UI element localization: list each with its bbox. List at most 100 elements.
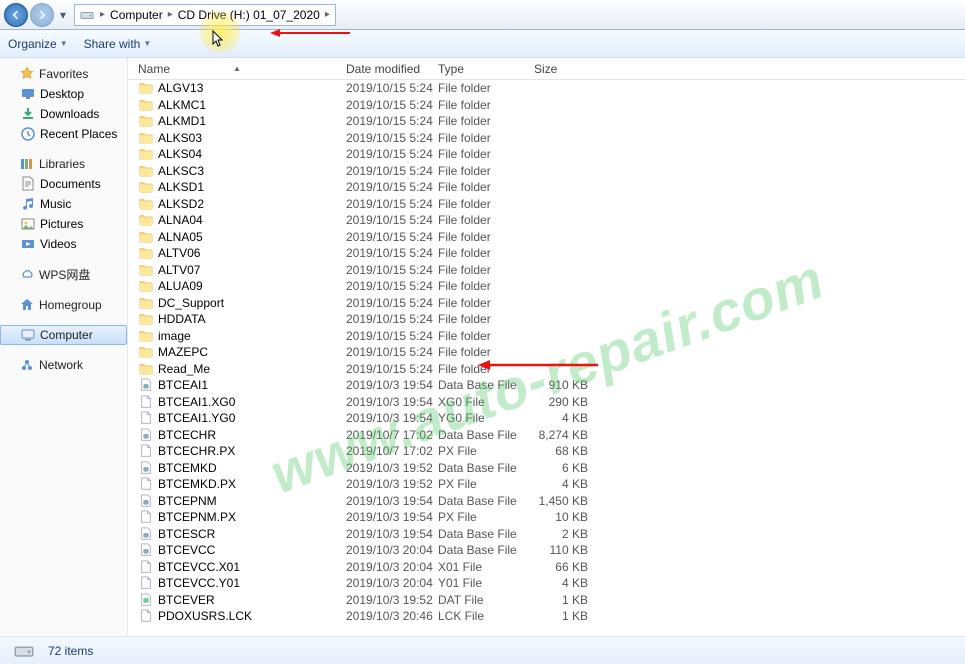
file-size: 6 KB	[534, 461, 604, 475]
file-type: File folder	[438, 263, 534, 277]
sidebar-item-recent[interactable]: Recent Places	[0, 124, 127, 144]
file-row[interactable]: ALKS042019/10/15 5:24File folder	[138, 146, 965, 163]
organize-label: Organize	[8, 37, 57, 51]
sidebar-computer[interactable]: Computer	[0, 325, 127, 345]
file-name: ALKSD2	[158, 197, 204, 211]
file-icon	[138, 395, 154, 409]
file-row[interactable]: ALNA042019/10/15 5:24File folder	[138, 212, 965, 229]
sidebar-network[interactable]: Network	[0, 355, 127, 375]
file-row[interactable]: ALNA052019/10/15 5:24File folder	[138, 229, 965, 246]
file-type: PX File	[438, 477, 534, 491]
file-row[interactable]: PDOXUSRS.LCK2019/10/3 20:46LCK File1 KB	[138, 608, 965, 625]
sidebar-homegroup[interactable]: Homegroup	[0, 295, 127, 315]
pictures-icon	[20, 216, 36, 232]
sidebar-item-pictures[interactable]: Pictures	[0, 214, 127, 234]
file-date: 2019/10/15 5:24	[346, 81, 438, 95]
file-type: File folder	[438, 98, 534, 112]
file-name: ALKSC3	[158, 164, 204, 178]
file-row[interactable]: ALTV072019/10/15 5:24File folder	[138, 262, 965, 279]
crumb-arrow[interactable]: ▸	[165, 9, 176, 20]
column-size[interactable]: Size	[534, 62, 604, 76]
file-row[interactable]: BTCEMKD.PX2019/10/3 19:52PX File4 KB	[138, 476, 965, 493]
sidebar-favorites[interactable]: Favorites	[0, 64, 127, 84]
column-type[interactable]: Type	[438, 62, 534, 76]
file-date: 2019/10/15 5:24	[346, 362, 438, 376]
file-row[interactable]: DC_Support2019/10/15 5:24File folder	[138, 295, 965, 312]
sidebar-item-label: Downloads	[40, 107, 99, 121]
file-size: 4 KB	[534, 411, 604, 425]
crumb-arrow[interactable]: ▸	[322, 9, 333, 20]
music-icon	[20, 196, 36, 212]
file-name: DC_Support	[158, 296, 224, 310]
file-row[interactable]: BTCESCR2019/10/3 19:54Data Base File2 KB	[138, 526, 965, 543]
file-row[interactable]: MAZEPC2019/10/15 5:24File folder	[138, 344, 965, 361]
sidebar-item-downloads[interactable]: Downloads	[0, 104, 127, 124]
file-row[interactable]: ALUA092019/10/15 5:24File folder	[138, 278, 965, 295]
sidebar-wps[interactable]: WPS网盘	[0, 264, 127, 285]
crumb-arrow[interactable]: ▸	[97, 9, 108, 20]
sidebar-item-documents[interactable]: Documents	[0, 174, 127, 194]
history-dropdown[interactable]: ▾	[56, 3, 70, 27]
file-name: ALGV13	[158, 81, 203, 95]
file-row[interactable]: HDDATA2019/10/15 5:24File folder	[138, 311, 965, 328]
file-row[interactable]: image2019/10/15 5:24File folder	[138, 328, 965, 345]
column-label: Size	[534, 62, 557, 76]
file-row[interactable]: BTCEVCC2019/10/3 20:04Data Base File110 …	[138, 542, 965, 559]
sidebar-item-music[interactable]: Music	[0, 194, 127, 214]
file-row[interactable]: Read_Me2019/10/15 5:24File folder	[138, 361, 965, 378]
sidebar-item-videos[interactable]: Videos	[0, 234, 127, 254]
file-size: 66 KB	[534, 560, 604, 574]
crumb-computer[interactable]: Computer	[108, 8, 165, 22]
file-type: File folder	[438, 164, 534, 178]
file-row[interactable]: ALKMC12019/10/15 5:24File folder	[138, 97, 965, 114]
file-date: 2019/10/15 5:24	[346, 131, 438, 145]
file-name: BTCEAI1.YG0	[158, 411, 235, 425]
file-type: File folder	[438, 114, 534, 128]
file-name: BTCEVCC.X01	[158, 560, 240, 574]
file-row[interactable]: ALKS032019/10/15 5:24File folder	[138, 130, 965, 147]
computer-icon	[20, 327, 36, 343]
file-row[interactable]: ALGV132019/10/15 5:24File folder	[138, 80, 965, 97]
file-date: 2019/10/3 19:54	[346, 378, 438, 392]
file-row[interactable]: ALKMD12019/10/15 5:24File folder	[138, 113, 965, 130]
file-row[interactable]: BTCEAI1.XG02019/10/3 19:54XG0 File290 KB	[138, 394, 965, 411]
sidebar-libraries[interactable]: Libraries	[0, 154, 127, 174]
dropdown-icon: ▼	[60, 39, 68, 48]
column-label: Date modified	[346, 62, 420, 76]
file-row[interactable]: ALKSC32019/10/15 5:24File folder	[138, 163, 965, 180]
folder-icon	[138, 362, 154, 376]
back-button[interactable]	[4, 3, 28, 27]
file-row[interactable]: BTCECHR2019/10/7 17:02Data Base File8,27…	[138, 427, 965, 444]
file-row[interactable]: BTCEMKD2019/10/3 19:52Data Base File6 KB	[138, 460, 965, 477]
file-row[interactable]: BTCEVCC.Y012019/10/3 20:04Y01 File4 KB	[138, 575, 965, 592]
file-row[interactable]: BTCEVCC.X012019/10/3 20:04X01 File66 KB	[138, 559, 965, 576]
sidebar-item-desktop[interactable]: Desktop	[0, 84, 127, 104]
file-row[interactable]: BTCEPNM2019/10/3 19:54Data Base File1,45…	[138, 493, 965, 510]
column-name[interactable]: Name ▲	[138, 62, 346, 76]
file-row[interactable]: ALKSD12019/10/15 5:24File folder	[138, 179, 965, 196]
file-row[interactable]: ALTV062019/10/15 5:24File folder	[138, 245, 965, 262]
file-row[interactable]: BTCEPNM.PX2019/10/3 19:54PX File10 KB	[138, 509, 965, 526]
file-name: BTCEPNM.PX	[158, 510, 236, 524]
file-row[interactable]: BTCEAI1.YG02019/10/3 19:54YG0 File4 KB	[138, 410, 965, 427]
breadcrumb-bar[interactable]: ▸ Computer ▸ CD Drive (H:) 01_07_2020 ▸	[74, 4, 336, 26]
file-date: 2019/10/7 17:02	[346, 428, 438, 442]
folder-icon	[138, 312, 154, 326]
file-name: BTCEVCC	[158, 543, 215, 557]
forward-button[interactable]	[30, 3, 54, 27]
file-name: PDOXUSRS.LCK	[158, 609, 252, 623]
file-type: File folder	[438, 345, 534, 359]
file-row[interactable]: BTCEAI12019/10/3 19:54Data Base File910 …	[138, 377, 965, 394]
folder-icon	[138, 114, 154, 128]
dat-icon	[138, 593, 154, 607]
folder-icon	[138, 230, 154, 244]
file-name: ALTV07	[158, 263, 200, 277]
column-date[interactable]: Date modified	[346, 62, 438, 76]
file-name: ALNA05	[158, 230, 203, 244]
crumb-drive[interactable]: CD Drive (H:) 01_07_2020	[176, 8, 322, 22]
organize-button[interactable]: Organize▼	[8, 37, 68, 51]
share-button[interactable]: Share with▼	[84, 37, 152, 51]
file-row[interactable]: BTCEVER2019/10/3 19:52DAT File1 KB	[138, 592, 965, 609]
file-row[interactable]: ALKSD22019/10/15 5:24File folder	[138, 196, 965, 213]
file-row[interactable]: BTCECHR.PX2019/10/7 17:02PX File68 KB	[138, 443, 965, 460]
